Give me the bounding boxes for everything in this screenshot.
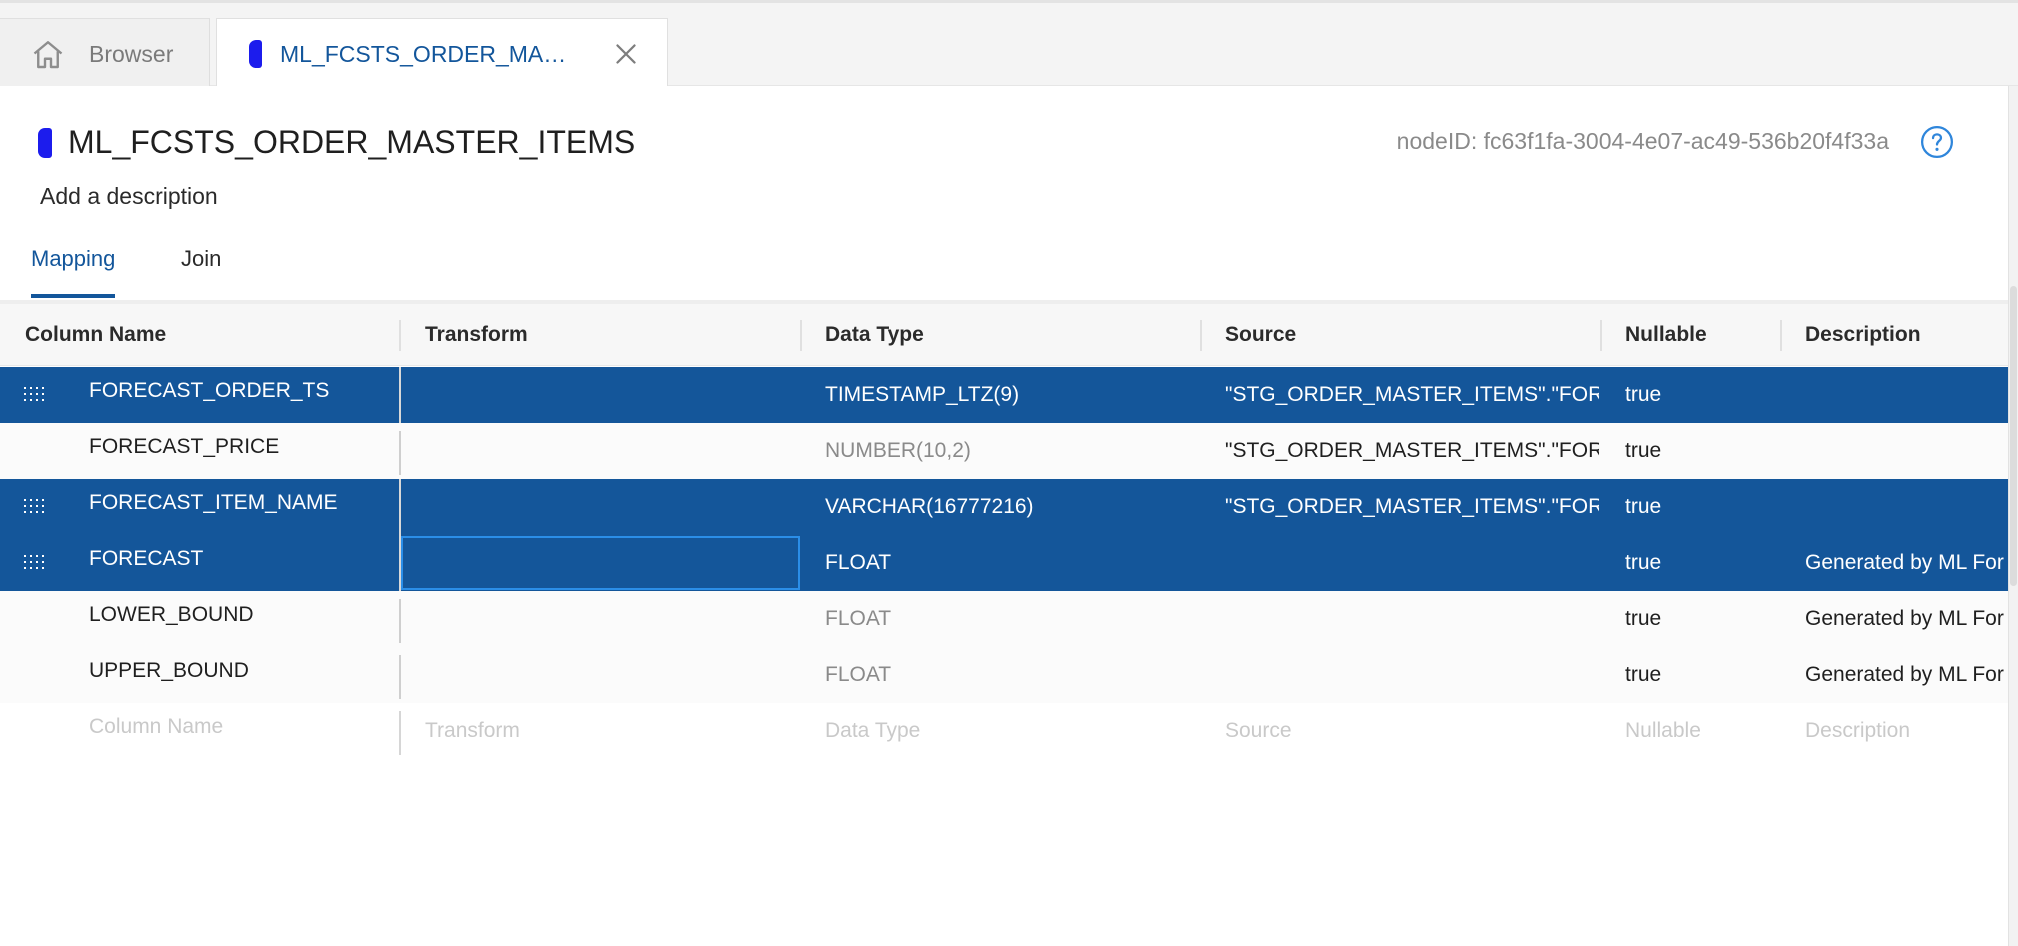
header-source[interactable]: Source <box>1225 304 1296 366</box>
cell-column-name[interactable]: FORECAST_PRICE <box>89 419 389 475</box>
cell-data-type[interactable]: FLOAT <box>825 535 1195 591</box>
cell-data-type[interactable]: FLOAT <box>825 591 1195 647</box>
cell-description[interactable] <box>1805 423 2005 479</box>
tab-browser-label: Browser <box>89 41 174 67</box>
cell-source[interactable] <box>1225 647 1599 703</box>
page-title: ML_FCSTS_ORDER_MASTER_ITEMS <box>68 124 636 160</box>
table-row[interactable]: FORECAST_PRICE NUMBER(10,2) "STG_ORDER_M… <box>0 423 2008 479</box>
tab-node-label: ML_FCSTS_ORDER_MAST... <box>280 41 580 67</box>
table-row[interactable]: FORECAST_ORDER_TS TIMESTAMP_LTZ(9) "STG_… <box>0 367 2008 423</box>
node-type-icon <box>249 40 262 68</box>
cell-source[interactable] <box>1225 591 1599 647</box>
tab-mapping[interactable]: Mapping <box>31 246 116 298</box>
cell-divider <box>399 367 401 423</box>
column-resizer[interactable] <box>1600 320 1602 351</box>
cell-transform[interactable] <box>425 647 795 703</box>
cell-source[interactable]: "STG_ORDER_MASTER_ITEMS"."FORE( <box>1225 367 1599 423</box>
new-description-input[interactable]: Description <box>1805 703 2005 759</box>
grid-header: Column Name Transform Data Type Source N… <box>0 304 2008 366</box>
cell-data-type[interactable]: NUMBER(10,2) <box>825 423 1195 479</box>
new-column-name-input[interactable]: Column Name <box>89 699 389 755</box>
cell-description[interactable] <box>1805 367 2005 423</box>
drag-handle-icon[interactable] <box>24 499 46 513</box>
home-icon <box>33 41 63 69</box>
column-resizer[interactable] <box>800 320 802 351</box>
column-resizer[interactable] <box>399 320 401 351</box>
cell-description[interactable]: Generated by ML For <box>1805 647 2005 703</box>
cell-description[interactable]: Generated by ML For <box>1805 591 2005 647</box>
new-column-row[interactable]: Column Name Transform Data Type Source N… <box>0 703 2008 759</box>
cell-divider <box>399 599 401 643</box>
node-type-icon <box>38 128 52 158</box>
cell-divider <box>399 479 401 535</box>
header-nullable[interactable]: Nullable <box>1625 304 1707 366</box>
cell-transform[interactable] <box>425 367 795 423</box>
column-resizer[interactable] <box>1780 320 1782 351</box>
cell-nullable[interactable]: true <box>1625 591 1775 647</box>
header-description[interactable]: Description <box>1805 304 1921 366</box>
cell-data-type[interactable]: VARCHAR(16777216) <box>825 479 1195 535</box>
cell-source[interactable]: "STG_ORDER_MASTER_ITEMS"."FORE( <box>1225 479 1599 535</box>
cell-transform[interactable] <box>425 479 795 535</box>
new-data-type-input[interactable]: Data Type <box>825 703 1195 759</box>
cell-description[interactable]: Generated by ML For <box>1805 535 2005 591</box>
node-header: ML_FCSTS_ORDER_MASTER_ITEMS Add a descri… <box>0 86 2008 300</box>
cell-divider <box>399 711 401 755</box>
cell-nullable[interactable]: true <box>1625 647 1775 703</box>
cell-source[interactable] <box>1225 535 1599 591</box>
tab-strip: Browser ML_FCSTS_ORDER_MAST... <box>0 0 2018 90</box>
cell-divider <box>399 431 401 475</box>
cell-nullable[interactable]: true <box>1625 423 1775 479</box>
header-column-name[interactable]: Column Name <box>25 304 166 366</box>
table-row[interactable]: LOWER_BOUND FLOAT true Generated by ML F… <box>0 591 2008 647</box>
cell-transform[interactable] <box>425 423 795 479</box>
cell-divider <box>399 655 401 699</box>
cell-column-name[interactable]: FORECAST_ORDER_TS <box>89 363 389 419</box>
new-nullable-input[interactable]: Nullable <box>1625 703 1775 759</box>
column-resizer[interactable] <box>1200 320 1202 351</box>
scrollbar-thumb[interactable] <box>2010 286 2017 586</box>
header-transform[interactable]: Transform <box>425 304 528 366</box>
cell-nullable[interactable]: true <box>1625 367 1775 423</box>
tab-node[interactable]: ML_FCSTS_ORDER_MAST... <box>216 18 668 90</box>
new-transform-input[interactable]: Transform <box>425 703 795 759</box>
cell-transform[interactable] <box>425 591 795 647</box>
tab-join[interactable]: Join <box>181 246 221 298</box>
node-id-label: nodeID: fc63f1fa-3004-4e07-ac49-536b20f4… <box>1396 128 1889 154</box>
drag-handle-icon[interactable] <box>24 387 46 401</box>
cell-nullable[interactable]: true <box>1625 535 1775 591</box>
table-row[interactable]: FORECAST_ITEM_NAME VARCHAR(16777216) "ST… <box>0 479 2008 535</box>
cell-transform[interactable] <box>425 535 795 591</box>
vertical-scrollbar[interactable] <box>2008 86 2018 946</box>
close-icon[interactable] <box>609 37 643 71</box>
description-field[interactable]: Add a description <box>40 183 218 210</box>
drag-handle-icon[interactable] <box>24 555 46 569</box>
cell-source[interactable]: "STG_ORDER_MASTER_ITEMS"."FORE( <box>1225 423 1599 479</box>
new-source-input[interactable]: Source <box>1225 703 1599 759</box>
cell-column-name[interactable]: LOWER_BOUND <box>89 587 389 643</box>
cell-column-name[interactable]: UPPER_BOUND <box>89 643 389 699</box>
cell-data-type[interactable]: TIMESTAMP_LTZ(9) <box>825 367 1195 423</box>
cell-column-name[interactable]: FORECAST_ITEM_NAME <box>89 475 389 531</box>
cell-description[interactable] <box>1805 479 2005 535</box>
header-data-type[interactable]: Data Type <box>825 304 924 366</box>
table-row[interactable]: UPPER_BOUND FLOAT true Generated by ML F… <box>0 647 2008 703</box>
tab-browser[interactable]: Browser <box>0 18 210 89</box>
help-icon[interactable] <box>1920 125 1954 159</box>
cell-data-type[interactable]: FLOAT <box>825 647 1195 703</box>
mapping-grid: Column Name Transform Data Type Source N… <box>0 300 2008 946</box>
table-row[interactable]: FORECAST FLOAT true Generated by ML For <box>0 535 2008 591</box>
cell-column-name[interactable]: FORECAST <box>89 531 389 587</box>
cell-nullable[interactable]: true <box>1625 479 1775 535</box>
